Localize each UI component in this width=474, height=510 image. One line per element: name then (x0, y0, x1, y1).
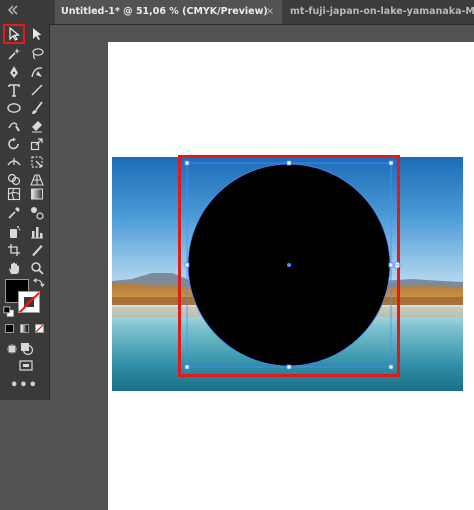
live-shape-widget[interactable] (393, 261, 401, 269)
selection-overlay (184, 160, 401, 370)
handle-middle-left[interactable] (184, 262, 190, 268)
handle-top-left[interactable] (184, 160, 190, 166)
handle-bottom-right[interactable] (388, 364, 394, 370)
handle-top-center[interactable] (286, 160, 292, 166)
handle-top-right[interactable] (388, 160, 394, 166)
handle-middle-right[interactable] (388, 262, 394, 268)
handle-bottom-center[interactable] (286, 364, 292, 370)
center-point (287, 263, 291, 267)
handle-bottom-left[interactable] (184, 364, 190, 370)
